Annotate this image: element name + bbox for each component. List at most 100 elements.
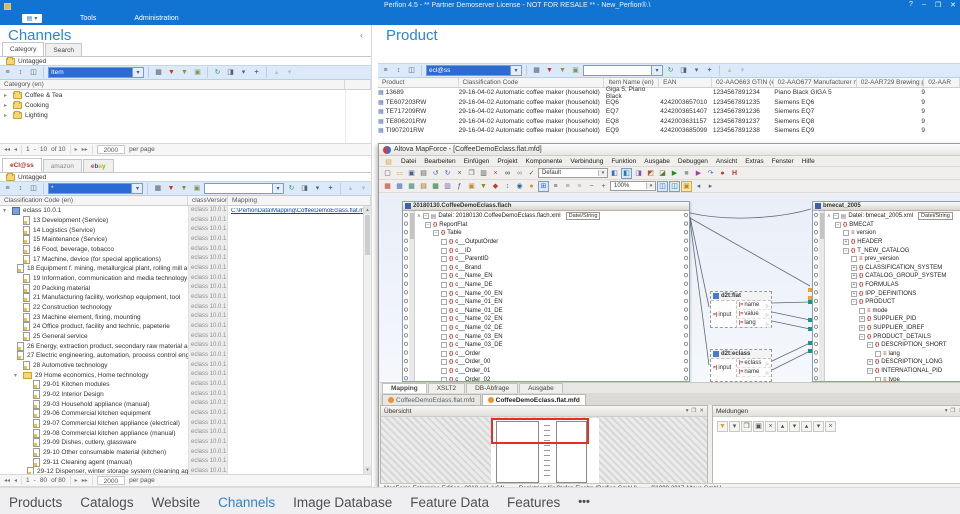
classification-row[interactable]: 29-01 Kitchen modules eclass 10.0.1 — [0, 380, 364, 390]
undo-icon[interactable]: ↺ — [430, 168, 441, 179]
forward-icon[interactable]: ▸ — [705, 181, 716, 192]
file-type-badge[interactable]: Datei/String — [566, 212, 601, 220]
expander-icon[interactable] — [441, 342, 447, 348]
msg-clear-icon[interactable]: × — [765, 421, 776, 432]
category-tree-item[interactable]: ▸ Cooking — [0, 100, 372, 110]
layout-icon[interactable]: ◨ — [299, 183, 310, 194]
breakpoint-icon[interactable]: ● — [717, 168, 728, 179]
expander-icon[interactable] — [851, 256, 857, 262]
classification-row[interactable]: 29-08 Commercial kitchen appliance (manu… — [0, 428, 364, 438]
redo-icon[interactable]: ↻ — [442, 168, 453, 179]
refresh-icon[interactable]: ↻ — [286, 183, 297, 194]
overview-viewport[interactable] — [491, 418, 589, 444]
product-row[interactable]: ▦TE717209RW 29-16-04-02 Automatic coffee… — [378, 107, 960, 117]
expander-icon[interactable] — [441, 282, 447, 288]
collapse-panel-icon[interactable]: ‹ — [360, 30, 363, 40]
restore-button[interactable]: ❐ — [935, 1, 941, 9]
function-d2t-flat[interactable]: d2t:flat =|input |=name▷|=value▷|=lang▷ — [710, 291, 772, 328]
scroll-down-icon[interactable]: ▾ — [364, 466, 371, 474]
schema-node[interactable]: − PRODUCT_DETAILS — [825, 332, 960, 341]
document-tab[interactable]: CoffeeDemoEclass.flat.mfd — [382, 394, 481, 405]
find-next-icon[interactable]: ∞ — [514, 168, 525, 179]
menu-item[interactable]: Debuggen — [678, 158, 708, 165]
column-header[interactable]: Product — [378, 78, 459, 87]
expander-icon[interactable] — [441, 256, 447, 262]
schema-node[interactable]: − ReportFlat — [415, 221, 683, 230]
scroll-up-icon[interactable]: ▴ — [364, 206, 371, 214]
view-overview-icon[interactable]: ▣ — [681, 181, 692, 192]
schema-node[interactable]: c__Order_02 — [415, 375, 683, 381]
nav-item[interactable]: Image Database — [293, 495, 392, 510]
function-output[interactable]: |=lang▷ — [737, 319, 771, 328]
product-row[interactable]: ▦TI907201RW 29-16-04-02 Automatic coffee… — [378, 126, 960, 136]
paste-icon[interactable]: ▥ — [478, 168, 489, 179]
expander-icon[interactable] — [441, 265, 447, 271]
msg-filter-icon[interactable]: ▼ — [717, 421, 728, 432]
expander-icon[interactable] — [441, 291, 447, 297]
menu-item[interactable]: Datei — [401, 158, 416, 165]
expander-icon[interactable]: − — [423, 213, 429, 219]
column-header-mapping[interactable]: Mapping — [228, 196, 371, 205]
view-library-icon[interactable]: ◫ — [657, 181, 668, 192]
schema-node[interactable]: version — [825, 229, 960, 238]
schema-node[interactable]: − Table — [415, 229, 683, 238]
nav-item[interactable]: Features — [507, 495, 560, 510]
classification-row[interactable]: 23 Machine element, fixing, mounting ecl… — [0, 312, 364, 322]
schema-node[interactable]: mode — [825, 307, 960, 316]
document-tab[interactable]: CoffeeDemoEclass.flat.mfd — [482, 394, 586, 405]
insert-db-icon[interactable]: ▦ — [394, 181, 405, 192]
function-output[interactable]: |=eclass▷ — [737, 359, 771, 368]
view-sort-icon[interactable]: ↕ — [393, 65, 404, 76]
schema-node[interactable]: c__Order — [415, 350, 683, 359]
up-icon[interactable]: ▴ — [271, 67, 282, 78]
column-header-code[interactable]: Classification Code (en) — [0, 196, 188, 205]
tab-search[interactable]: Search — [45, 43, 82, 56]
cut-icon[interactable]: × — [454, 168, 465, 179]
down-icon[interactable]: ▾ — [284, 67, 295, 78]
nav-item[interactable]: Products — [9, 495, 62, 510]
zoom-select[interactable]: 100% ▾ — [610, 181, 656, 191]
schema-node[interactable]: − BMECAT — [825, 221, 960, 230]
menu-item[interactable]: Funktion — [611, 158, 636, 165]
connector-icon[interactable]: ▷ — [766, 303, 769, 308]
layout-icon[interactable]: ◨ — [225, 67, 236, 78]
column-header[interactable]: 02-AAR — [924, 78, 960, 87]
msg-first-icon[interactable]: ▴ — [801, 421, 812, 432]
help-icon[interactable]: H — [729, 168, 740, 179]
schema-node[interactable]: c__Name_03_EN — [415, 332, 683, 341]
down-icon[interactable]: ▾ — [358, 183, 369, 194]
copy-icon[interactable]: ❐ — [466, 168, 477, 179]
view-columns-icon[interactable]: ◫ — [28, 183, 39, 194]
classification-row[interactable]: 18 Equipment f. mining, metallurgical pl… — [0, 264, 364, 274]
nav-item[interactable]: Channels — [218, 495, 275, 510]
classification-row[interactable]: 15 Maintenance (Service) eclass 10.0.1 — [0, 235, 364, 245]
expander-icon[interactable] — [441, 377, 447, 381]
classification-row[interactable]: 25 General service eclass 10.0.1 — [0, 332, 364, 342]
component-scrollbar[interactable] — [409, 211, 415, 381]
align-right-icon[interactable]: ≡ — [574, 181, 585, 192]
classification-row[interactable]: 29-03 Household appliance (manual) eclas… — [0, 399, 364, 409]
expander-icon[interactable]: − — [867, 342, 873, 348]
view-tree-icon[interactable]: ≡ — [2, 183, 13, 194]
classification-row[interactable]: 22 Construction technology eclass 10.0.1 — [0, 303, 364, 313]
filter-clear-icon[interactable]: ▼ — [166, 67, 177, 78]
function-d2t-eclass[interactable]: d2t:eclass =|input |=eclass▷|=name▷ — [710, 349, 772, 382]
dock-icon[interactable]: ❐ — [950, 408, 955, 414]
result-tab[interactable]: Mapping — [382, 383, 427, 393]
view-columns-icon[interactable]: ◫ — [28, 67, 39, 78]
move-icon[interactable]: + — [704, 65, 715, 76]
column-header-version[interactable]: classVersion — [188, 196, 228, 205]
classification-row[interactable]: 19 Information, communication and media … — [0, 274, 364, 284]
schema-node[interactable]: c__Name_DE — [415, 281, 683, 290]
save-icon[interactable]: ▣ — [406, 168, 417, 179]
schema-node[interactable]: + DESCRIPTION_LONG — [825, 358, 960, 367]
first-page-icon[interactable]: ◂◂ — [4, 477, 10, 484]
schema-node[interactable]: c__Name_03_DE — [415, 341, 683, 350]
find-icon[interactable]: ∞ — [502, 168, 513, 179]
close-icon[interactable]: ✕ — [699, 408, 704, 414]
expander-icon[interactable]: + — [859, 316, 865, 322]
expander-icon[interactable] — [441, 248, 447, 254]
expander-icon[interactable] — [441, 239, 447, 245]
classification-row[interactable]: 29-11 Cleaning agent (manual) eclass 10.… — [0, 457, 364, 467]
validate-icon[interactable]: ✓ — [526, 168, 537, 179]
